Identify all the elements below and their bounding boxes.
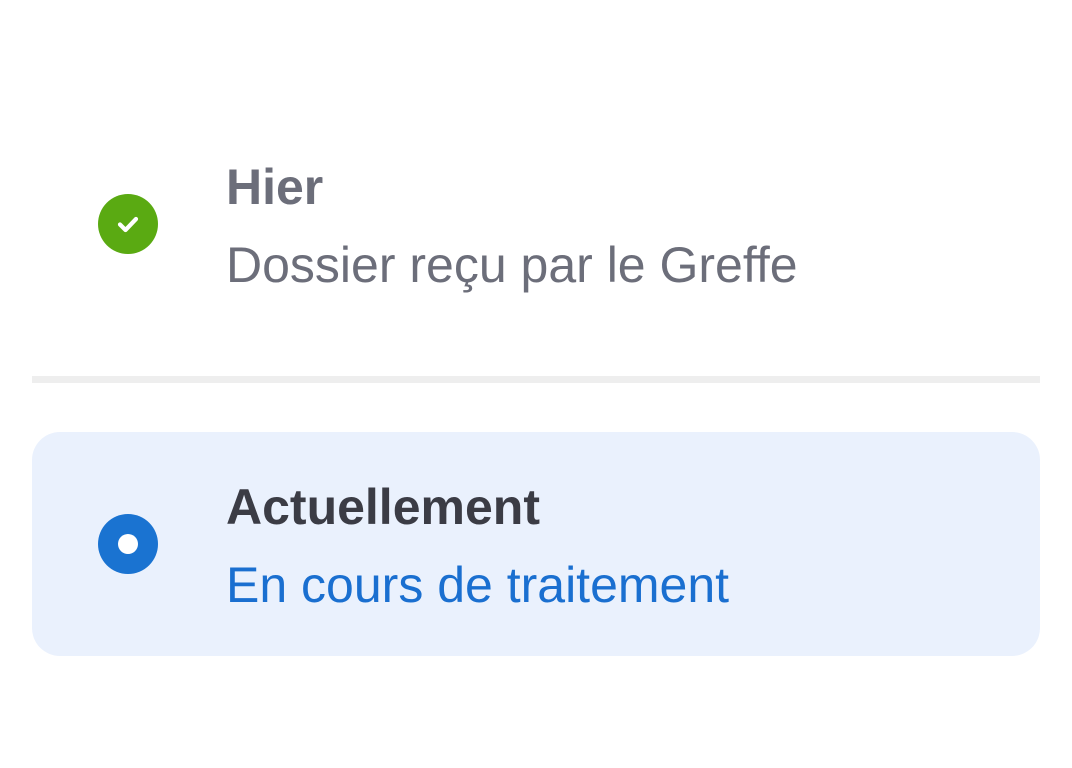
timeline-step-current: Actuellement En cours de traitement — [32, 432, 1040, 656]
checkmark-glyph — [117, 216, 139, 233]
step-title: Actuellement — [226, 479, 540, 535]
step-description: Dossier reçu par le Greffe — [226, 237, 798, 293]
radio-dot-icon — [98, 514, 158, 574]
step-description: En cours de traitement — [226, 557, 730, 613]
radio-inner-dot — [118, 534, 138, 554]
check-circle-icon — [98, 194, 158, 254]
status-timeline: Hier Dossier reçu par le Greffe Actuelle… — [0, 0, 1072, 768]
timeline-step-received: Hier Dossier reçu par le Greffe — [32, 148, 1040, 308]
timeline-divider — [32, 376, 1040, 383]
step-title: Hier — [226, 159, 324, 215]
